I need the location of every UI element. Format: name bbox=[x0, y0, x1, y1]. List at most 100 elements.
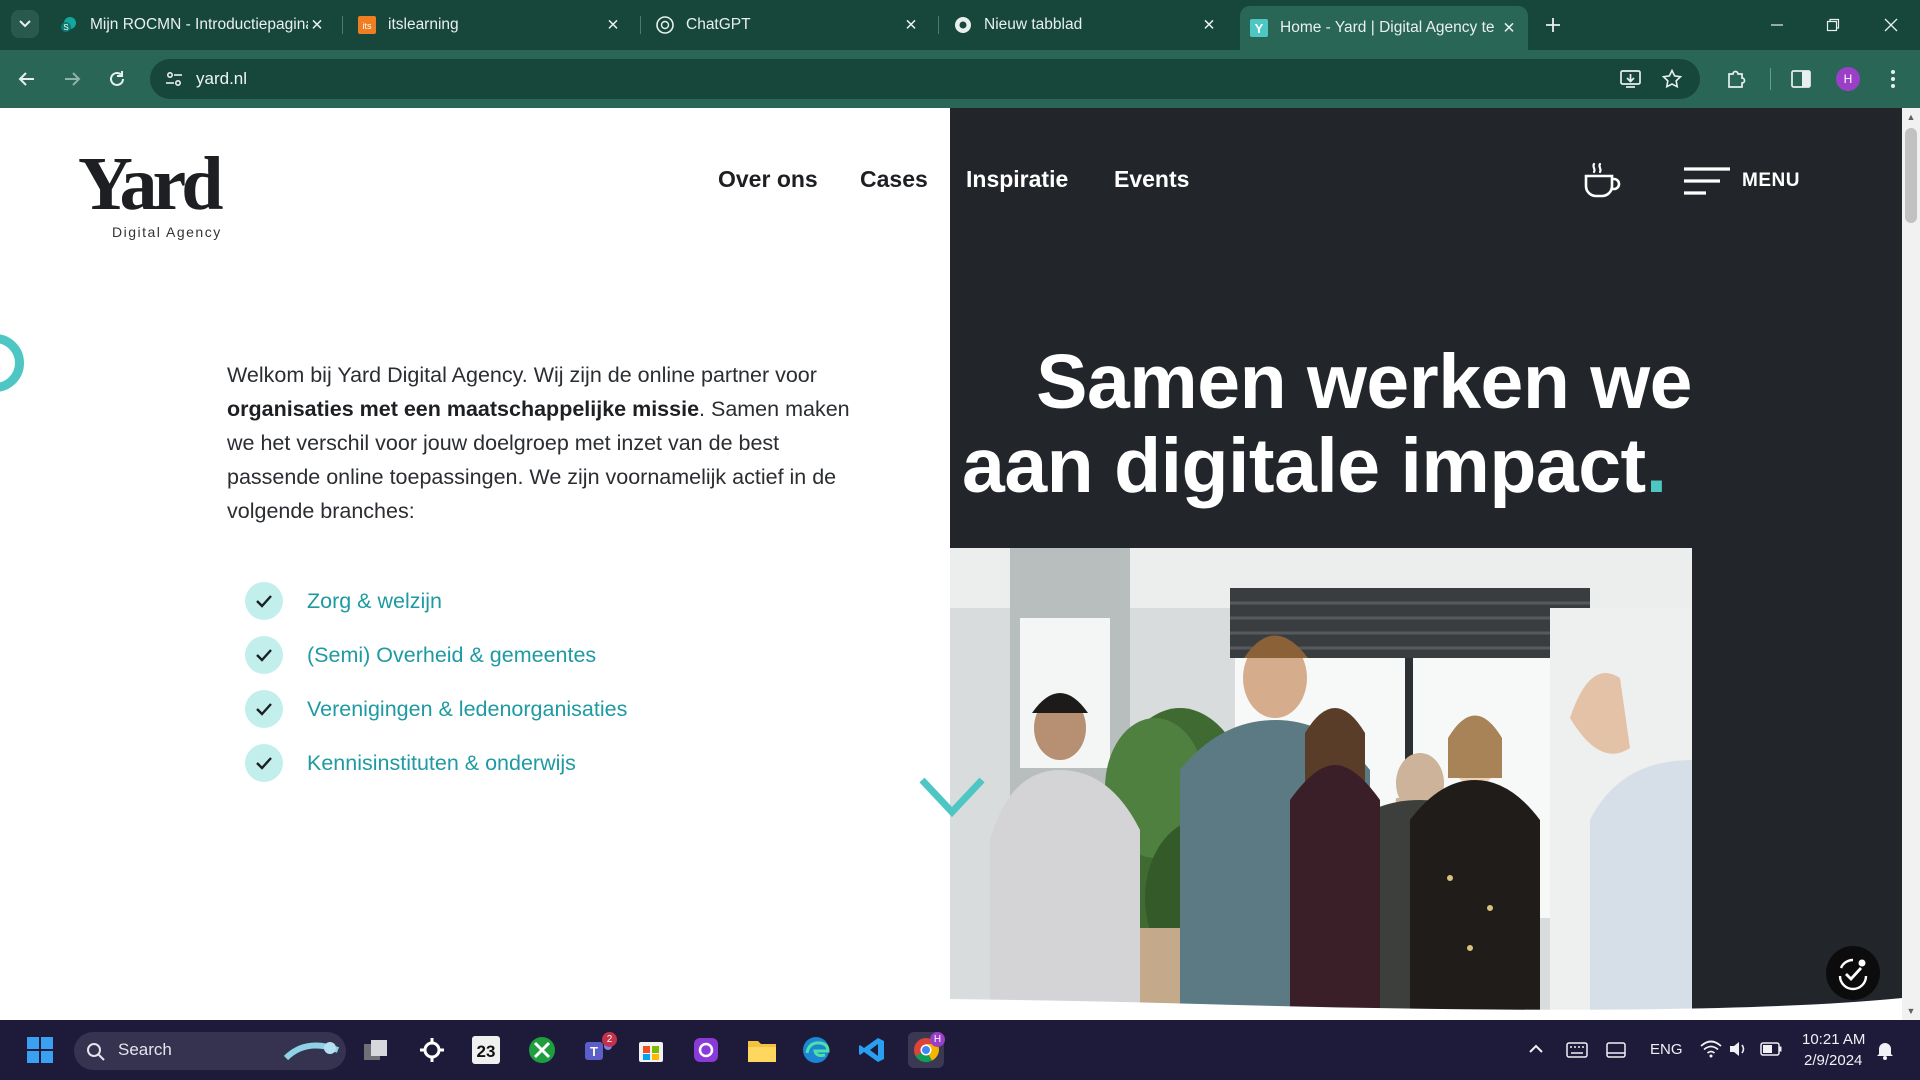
scrollbar-thumb[interactable] bbox=[1905, 128, 1917, 223]
tab-yard-active[interactable]: Y Home - Yard | Digital Agency te ✕ bbox=[1240, 6, 1528, 50]
vscode-icon[interactable] bbox=[854, 1032, 890, 1068]
site-settings-icon[interactable] bbox=[162, 67, 186, 91]
steelseries-icon[interactable] bbox=[414, 1032, 450, 1068]
close-icon bbox=[1884, 18, 1898, 32]
scroll-down-arrow[interactable]: ▼ bbox=[1905, 1005, 1917, 1017]
close-icon[interactable]: ✕ bbox=[604, 16, 622, 34]
copilot-app-icon[interactable] bbox=[688, 1032, 724, 1068]
branch-link-overheid[interactable]: (Semi) Overheid & gemeentes bbox=[307, 643, 596, 668]
bottom-wave-divider bbox=[0, 997, 1902, 1020]
coffee-cup-icon[interactable] bbox=[1580, 160, 1622, 202]
profile-avatar[interactable]: H bbox=[1836, 67, 1860, 91]
branch-link-verenigingen[interactable]: Verenigingen & ledenorganisaties bbox=[307, 697, 627, 722]
calendar-icon[interactable]: 23 bbox=[468, 1032, 504, 1068]
battery-icon[interactable] bbox=[1760, 1042, 1782, 1056]
decorative-ring bbox=[0, 334, 24, 392]
file-explorer-icon[interactable] bbox=[744, 1032, 780, 1068]
new-tab-button[interactable] bbox=[1540, 12, 1566, 38]
install-app-icon[interactable] bbox=[1618, 66, 1644, 92]
close-icon[interactable]: ✕ bbox=[1500, 19, 1518, 37]
svg-text:its: its bbox=[363, 21, 373, 31]
logo-subtitle: Digital Agency bbox=[112, 224, 222, 240]
checkmark-icon bbox=[245, 636, 283, 674]
tab-title: Mijn ROCMN - Introductiepagina bbox=[90, 16, 308, 33]
clock-time[interactable]: 10:21 AM bbox=[1802, 1031, 1865, 1048]
url-text[interactable]: yard.nl bbox=[196, 69, 247, 89]
tab-title: Nieuw tabblad bbox=[984, 16, 1083, 33]
hero-line-2-text: aan digitale impact bbox=[962, 423, 1646, 509]
accessibility-button[interactable] bbox=[1826, 946, 1880, 1000]
sharepoint-icon: S bbox=[60, 16, 78, 34]
reload-button[interactable] bbox=[102, 64, 132, 94]
volume-icon[interactable] bbox=[1728, 1040, 1748, 1058]
list-item: Kennisinstituten & onderwijs bbox=[245, 736, 745, 790]
notification-bell-icon[interactable] bbox=[1876, 1040, 1894, 1060]
address-bar[interactable] bbox=[150, 59, 1700, 99]
bookmark-star-icon[interactable] bbox=[1659, 66, 1685, 92]
search-icon bbox=[87, 1043, 105, 1061]
keyboard-icon[interactable] bbox=[1566, 1042, 1588, 1058]
forward-button[interactable] bbox=[57, 64, 87, 94]
yard-icon: Y bbox=[1250, 19, 1268, 37]
tab-separator bbox=[640, 16, 641, 34]
tab-rocmn[interactable]: S Mijn ROCMN - Introductiepagina ✕ bbox=[50, 8, 336, 42]
xbox-icon[interactable] bbox=[524, 1032, 560, 1068]
edge-icon[interactable] bbox=[798, 1032, 834, 1068]
minimize-button[interactable] bbox=[1764, 12, 1790, 38]
branch-list: Zorg & welzijn (Semi) Overheid & gemeent… bbox=[245, 574, 745, 790]
hamburger-icon bbox=[1684, 167, 1730, 195]
tab-title: ChatGPT bbox=[686, 16, 751, 33]
close-icon[interactable]: ✕ bbox=[1200, 16, 1218, 34]
yard-logo[interactable]: Yard Digital Agency bbox=[78, 146, 248, 240]
branch-link-kennisinstituten[interactable]: Kennisinstituten & onderwijs bbox=[307, 751, 576, 776]
nav-inspiratie[interactable]: Inspiratie bbox=[966, 166, 1068, 193]
taskbar-search-label: Search bbox=[118, 1040, 172, 1059]
task-view-icon[interactable] bbox=[358, 1032, 394, 1068]
list-item: Verenigingen & ledenorganisaties bbox=[245, 682, 745, 736]
close-window-button[interactable] bbox=[1878, 12, 1904, 38]
extensions-puzzle-icon[interactable] bbox=[1723, 66, 1749, 92]
svg-text:T: T bbox=[590, 1044, 598, 1059]
nav-cases[interactable]: Cases bbox=[860, 166, 928, 193]
teams-notification-badge: 2 bbox=[602, 1032, 617, 1047]
close-icon[interactable]: ✕ bbox=[308, 16, 326, 34]
restore-button[interactable] bbox=[1820, 12, 1846, 38]
menu-button[interactable]: MENU bbox=[1684, 164, 1804, 198]
hero-line-2: aan digitale impact. bbox=[962, 424, 1702, 508]
checkmark-icon bbox=[245, 744, 283, 782]
tab-itslearning[interactable]: its itslearning ✕ bbox=[348, 8, 632, 42]
tab-chatgpt[interactable]: ChatGPT ✕ bbox=[646, 8, 930, 42]
arrow-right-icon bbox=[65, 72, 81, 86]
page-scrollbar[interactable] bbox=[1902, 108, 1920, 1020]
branch-link-zorg[interactable]: Zorg & welzijn bbox=[307, 589, 442, 614]
microsoft-store-icon[interactable] bbox=[633, 1032, 669, 1068]
intro-bold: organisaties met een maatschappelijke mi… bbox=[227, 397, 700, 421]
nav-events[interactable]: Events bbox=[1114, 166, 1189, 193]
menu-label: MENU bbox=[1742, 170, 1800, 191]
hero-line-1: Samen werken we bbox=[1036, 339, 1692, 425]
more-options-icon[interactable] bbox=[1880, 66, 1906, 92]
scroll-up-arrow[interactable]: ▲ bbox=[1905, 111, 1917, 123]
close-icon[interactable]: ✕ bbox=[902, 16, 920, 34]
tab-new-tab[interactable]: Nieuw tabblad ✕ bbox=[944, 8, 1228, 42]
chrome-icon bbox=[954, 16, 972, 34]
clock-date[interactable]: 2/9/2024 bbox=[1804, 1052, 1862, 1069]
tablet-mode-icon[interactable] bbox=[1606, 1042, 1626, 1058]
toolbar-divider bbox=[1770, 68, 1771, 90]
wifi-icon[interactable] bbox=[1700, 1040, 1722, 1058]
tab-search-button[interactable] bbox=[11, 10, 39, 38]
plus-icon bbox=[1546, 18, 1560, 32]
arrow-left-icon bbox=[18, 72, 34, 86]
intro-text: Welkom bij Yard Digital Agency. Wij zijn… bbox=[227, 358, 867, 528]
reload-icon bbox=[110, 71, 124, 86]
tab-separator bbox=[938, 16, 939, 34]
chevron-up-icon[interactable] bbox=[1528, 1042, 1544, 1054]
tab-title: Home - Yard | Digital Agency te bbox=[1280, 19, 1495, 36]
tab-separator bbox=[342, 16, 343, 34]
side-panel-icon[interactable] bbox=[1788, 66, 1814, 92]
windows-start-icon[interactable] bbox=[22, 1032, 58, 1068]
language-indicator[interactable]: ENG bbox=[1650, 1041, 1683, 1058]
back-button[interactable] bbox=[12, 64, 42, 94]
scroll-down-chevron-icon[interactable] bbox=[918, 774, 986, 818]
nav-over-ons[interactable]: Over ons bbox=[718, 166, 818, 193]
